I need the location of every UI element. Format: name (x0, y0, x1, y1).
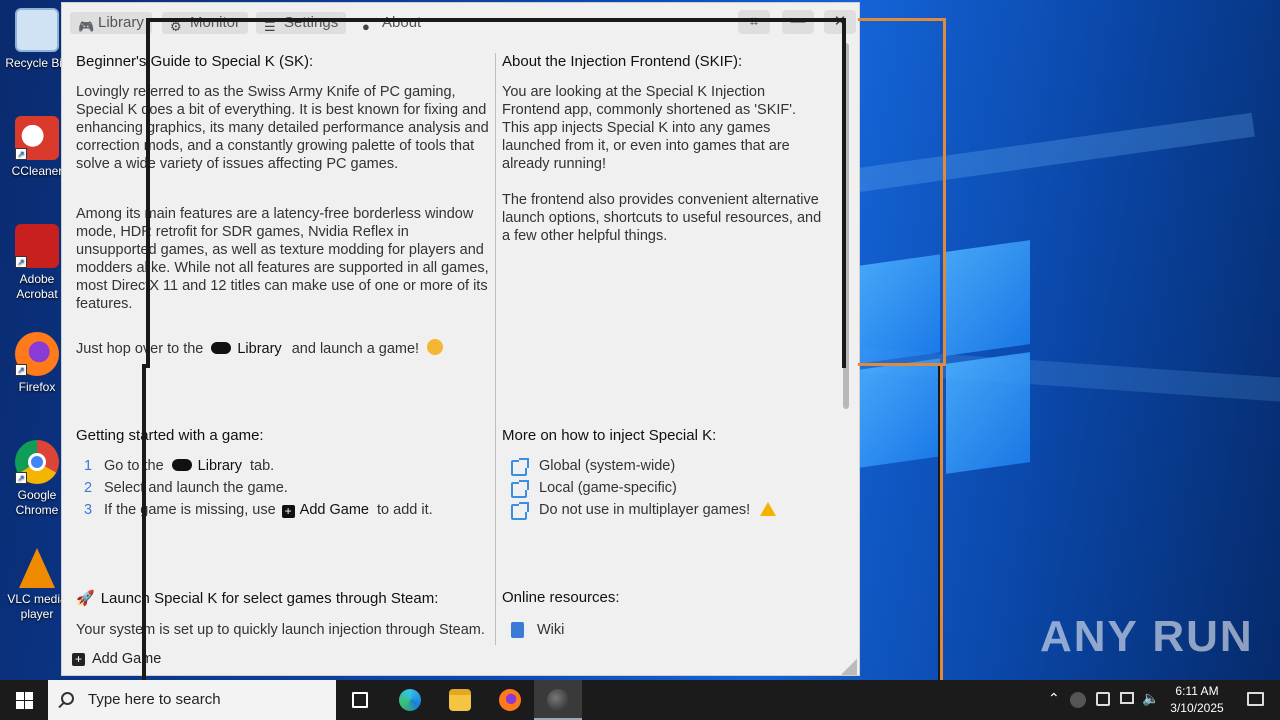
desktop-icon-label: Firefox (18, 380, 56, 394)
taskbar-edge[interactable] (386, 680, 434, 720)
chrome-icon: ↗ (15, 440, 59, 484)
tab-label: Library (98, 14, 144, 31)
window-outline (142, 364, 942, 694)
taskbar-search-box[interactable]: Type here to search (48, 680, 336, 720)
taskbar: Type here to search ⌃ 🔈 6:11 AM 3/10/202… (0, 680, 1280, 720)
gamepad-icon: 🎮 (78, 19, 95, 34)
taskbar-firefox[interactable] (486, 680, 534, 720)
desktop-icon-label: VLC media player (7, 592, 67, 621)
recycle-bin-icon (15, 8, 59, 52)
clock-date: 3/10/2025 (1170, 701, 1224, 715)
notification-button[interactable] (1232, 680, 1280, 720)
system-tray: ⌃ 🔈 (1046, 680, 1159, 720)
file-explorer-icon (449, 689, 471, 711)
desktop-icon-label: Adobe Acrobat (16, 272, 58, 301)
task-view-icon (352, 692, 368, 708)
tab-library[interactable]: 🎮 Library (70, 12, 152, 34)
volume-icon[interactable]: 🔈 (1142, 690, 1159, 707)
rocket-icon: 🚀 (76, 590, 95, 607)
special-k-tray-icon[interactable] (1070, 692, 1086, 708)
desktop-icon-label: CCleaner (11, 164, 63, 178)
network-icon[interactable] (1120, 692, 1134, 704)
vlc-icon (19, 548, 55, 588)
firefox-icon (499, 689, 521, 711)
notification-icon (1247, 692, 1264, 706)
plus-icon: + (72, 653, 85, 666)
window-outline-secondary (858, 18, 946, 366)
task-view-button[interactable] (336, 680, 384, 720)
step-number: 3 (84, 502, 93, 518)
firefox-icon: ↗ (15, 332, 59, 376)
start-button[interactable] (0, 680, 48, 720)
clock-time: 6:11 AM (1175, 684, 1219, 698)
edge-icon (399, 689, 421, 711)
window-outline (146, 18, 846, 368)
taskbar-clock[interactable]: 6:11 AM 3/10/2025 (1160, 683, 1234, 717)
chevron-up-icon[interactable]: ⌃ (1048, 690, 1060, 707)
window-outline-secondary (937, 364, 943, 692)
step-number: 2 (84, 480, 93, 496)
taskbar-file-explorer[interactable] (436, 680, 484, 720)
search-icon (61, 692, 74, 705)
device-icon[interactable] (1096, 692, 1110, 706)
step-number: 1 (84, 458, 93, 474)
taskbar-special-k[interactable] (534, 680, 582, 720)
desktop-icon-label: Google Chrome (15, 488, 59, 517)
anyrun-watermark: ANY RUN (1040, 612, 1254, 661)
special-k-icon (547, 689, 569, 711)
ccleaner-icon: ↗ (15, 116, 59, 160)
desktop-icon-label: Recycle Bin (5, 56, 69, 70)
search-placeholder: Type here to search (88, 691, 221, 708)
acrobat-icon: ↗ (15, 224, 59, 268)
